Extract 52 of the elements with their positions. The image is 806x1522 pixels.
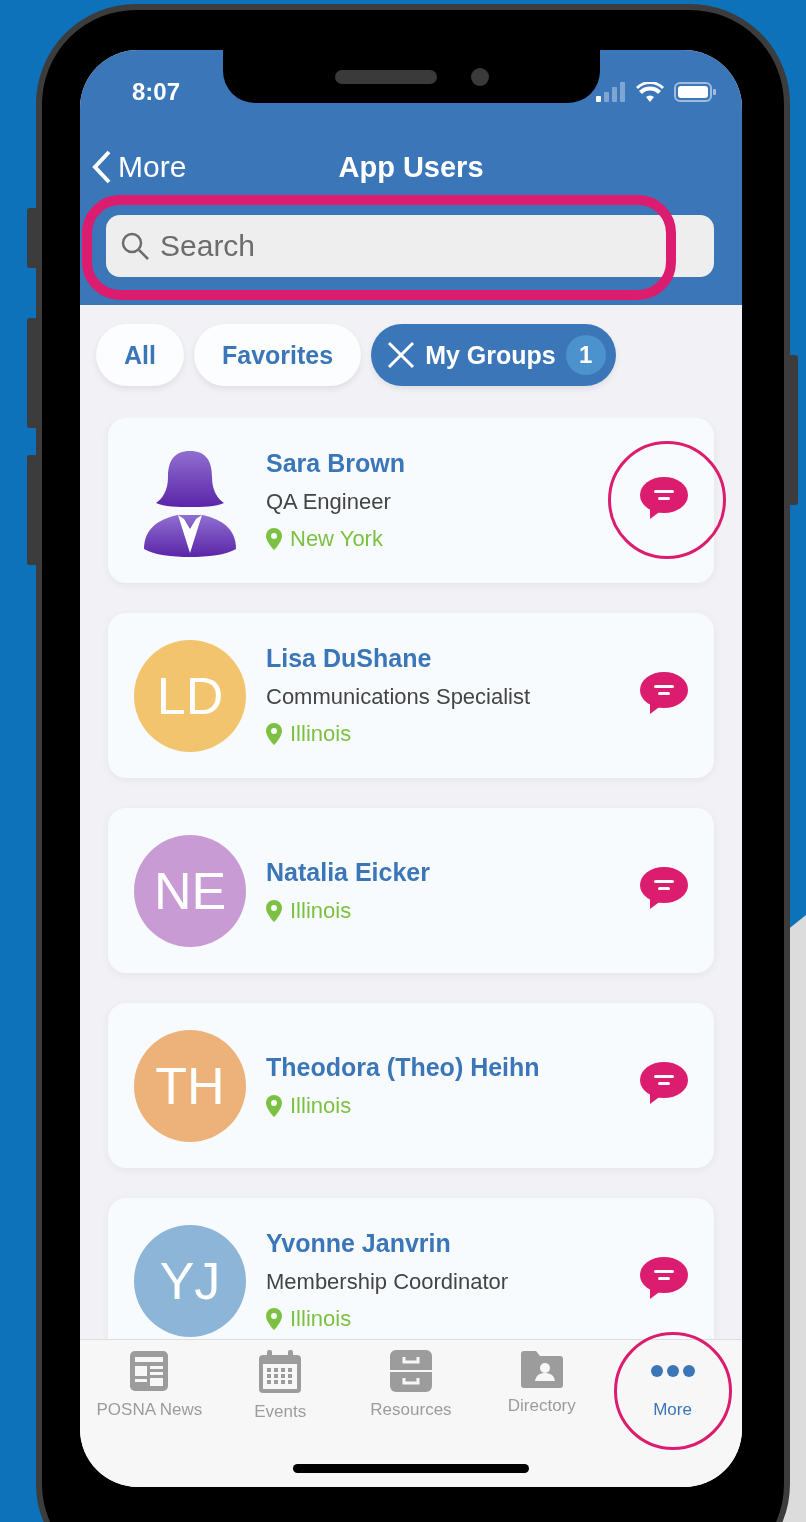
user-name: Yvonne Janvrin (266, 1229, 452, 1258)
camera-lens (470, 67, 489, 86)
user-card[interactable]: YJ Yvonne Janvrin Membership Coordinator Illinois (108, 1198, 714, 1339)
location-text: Illinois (290, 1306, 352, 1332)
status-time: 8:07 (132, 78, 181, 106)
user-card[interactable]: TH Theodora (Theo) Heihn Illinois (108, 1003, 714, 1168)
user-name: Natalia Eicker (266, 857, 431, 887)
back-link[interactable]: More (92, 150, 187, 184)
initials-avatar: LD (134, 639, 246, 752)
filter-chip[interactable]: My Groups 1 (371, 324, 616, 386)
location-pin-icon (266, 1308, 282, 1330)
tab-item[interactable]: Events (217, 1350, 344, 1422)
newspaper-icon (129, 1350, 170, 1392)
location-text: New York (290, 526, 383, 552)
user-name: Theodora (Theo) Heihn (266, 1052, 541, 1082)
location-text: Illinois (290, 1092, 352, 1119)
job-title: Communications Specialist (266, 684, 532, 710)
tab-item[interactable]: POSNA News (86, 1350, 213, 1420)
user-card[interactable]: LD Lisa DuShane Communications Specialist Illinois (108, 613, 714, 778)
search-icon (120, 231, 150, 261)
close-icon (387, 341, 416, 369)
location-text: Illinois (290, 721, 352, 747)
location-pin-icon (266, 723, 282, 745)
count-badge: 1 (565, 335, 606, 375)
wifi-icon (636, 82, 664, 102)
more-dots-icon (650, 1365, 695, 1377)
initials-avatar: NE (134, 834, 246, 947)
file-cabinet-icon (390, 1350, 432, 1392)
folder-person-icon (520, 1350, 563, 1388)
location-pin-icon (266, 528, 282, 550)
battery-icon (674, 82, 716, 102)
chevron-left-icon (92, 150, 112, 184)
location-pin-icon (266, 899, 282, 922)
signal-icon (596, 82, 626, 102)
page-title: App Users (338, 150, 484, 184)
filter-chip[interactable]: Favorites (193, 324, 362, 386)
user-name: Sara Brown (266, 449, 406, 478)
tab-item[interactable]: Resources (348, 1350, 474, 1420)
calendar-icon (258, 1350, 303, 1394)
search-field[interactable]: Search (106, 215, 714, 277)
tab-item[interactable]: Directory (478, 1350, 605, 1416)
initials-avatar: TH (134, 1029, 246, 1142)
job-title: Membership Coordinator (266, 1269, 510, 1295)
location-pin-icon (266, 1094, 282, 1117)
user-name: Lisa DuShane (266, 644, 433, 673)
initials-avatar: YJ (134, 1224, 246, 1337)
job-title: QA Engineer (266, 489, 392, 515)
tab-item[interactable]: More (609, 1350, 736, 1420)
filter-chip[interactable]: All (96, 324, 184, 386)
user-card[interactable]: NE Natalia Eicker Illinois (108, 808, 714, 973)
location-text: Illinois (290, 897, 352, 924)
user-card[interactable]: Sara Brown QA Engineer New York (108, 418, 714, 583)
